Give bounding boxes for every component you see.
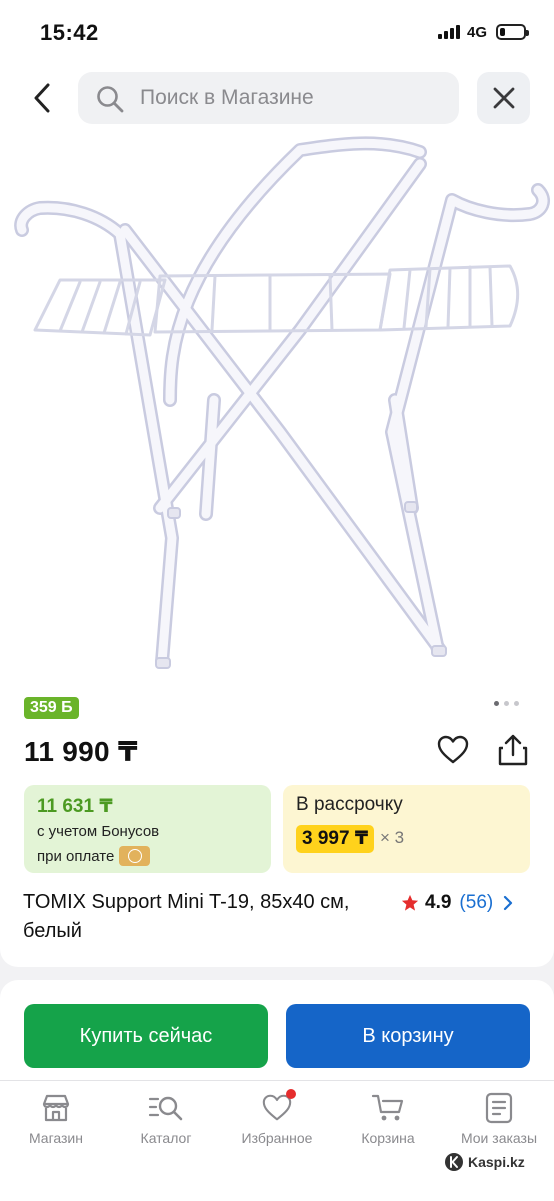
product-title: TOMIX Support Mini T-19, 85x40 см, белый <box>23 891 350 942</box>
bonus-caption: с учетом Бонусов <box>37 823 160 840</box>
share-icon <box>498 734 528 766</box>
tab-label: Избранное <box>241 1130 313 1146</box>
product-info-card: 359 Б 11 990 ₸ 11 631 ₸ с учетом Бонусов… <box>0 685 554 967</box>
star-icon <box>401 894 419 911</box>
search-input[interactable] <box>140 72 440 124</box>
image-pager[interactable] <box>494 701 519 706</box>
network-type: 4G <box>467 24 488 41</box>
bonus-price-box[interactable]: 11 631 ₸ с учетом Бонусов при оплате <box>24 785 271 873</box>
kaspi-watermark: Kaspi.kz <box>444 1152 525 1172</box>
product-photo <box>14 136 550 669</box>
rating-value: 4.9 <box>425 891 452 913</box>
status-time: 15:42 <box>40 20 99 45</box>
signal-icon <box>438 25 460 39</box>
heart-icon <box>437 735 469 764</box>
share-button[interactable] <box>496 733 530 767</box>
watermark-text: Kaspi.kz <box>468 1154 525 1170</box>
orders-icon <box>485 1092 513 1124</box>
bonus-badge: 359 Б <box>24 697 79 719</box>
add-to-cart-button[interactable]: В корзину <box>286 1004 530 1068</box>
search-box[interactable] <box>78 72 459 124</box>
pager-dot <box>514 701 519 706</box>
tab-label: Магазин <box>28 1130 83 1146</box>
installment-label: В рассрочку <box>296 794 403 815</box>
store-icon <box>42 1094 70 1122</box>
battery-icon <box>496 24 529 40</box>
product-image[interactable] <box>0 130 554 685</box>
back-button[interactable] <box>24 79 60 117</box>
tab-store[interactable]: Магазин <box>1 1089 111 1159</box>
close-button[interactable] <box>477 72 530 124</box>
search-icon <box>97 86 124 113</box>
installment-price: 3 997 ₸ <box>296 825 375 853</box>
review-count: (56) <box>459 891 494 913</box>
pager-dot <box>504 701 509 706</box>
kaspi-logo-icon <box>445 1153 463 1171</box>
header <box>0 66 554 130</box>
chevron-right-icon <box>504 895 513 910</box>
bonus-caption-payment: при оплате <box>37 846 151 866</box>
tab-catalog[interactable]: Каталог <box>111 1089 221 1159</box>
tab-label: Каталог <box>140 1130 192 1146</box>
pager-dot <box>494 701 499 706</box>
tab-favorites[interactable]: Избранное <box>222 1089 332 1159</box>
status-bar: 15:42 4G <box>0 0 554 66</box>
bonus-payment-label: при оплате <box>37 847 115 865</box>
tab-cart[interactable]: Корзина <box>333 1089 443 1159</box>
product-rating[interactable]: 4.9 (56) <box>401 888 513 917</box>
tab-orders[interactable]: Мои заказы <box>444 1089 554 1159</box>
buy-now-button[interactable]: Купить сейчас <box>24 1004 268 1068</box>
tab-label: Корзина <box>361 1130 415 1146</box>
bottom-tab-bar: Магазин Каталог Избранное Корзина Мои за… <box>0 1080 554 1201</box>
catalog-search-icon <box>148 1096 183 1121</box>
close-icon <box>493 87 514 109</box>
tab-label: Мои заказы <box>460 1130 538 1146</box>
notification-badge <box>286 1089 296 1099</box>
product-price: 11 990 ₸ <box>24 736 138 767</box>
action-area: Купить сейчас В корзину <box>0 980 554 1080</box>
kaspi-coin-icon <box>119 846 151 866</box>
bonus-price: 11 631 ₸ <box>37 796 113 817</box>
installment-box[interactable]: В рассрочку 3 997 ₸ × 3 <box>283 785 530 873</box>
cart-icon <box>371 1094 404 1121</box>
favorite-button[interactable] <box>436 733 470 767</box>
installment-multiplier: × 3 <box>380 828 405 847</box>
chevron-left-icon <box>34 83 50 113</box>
